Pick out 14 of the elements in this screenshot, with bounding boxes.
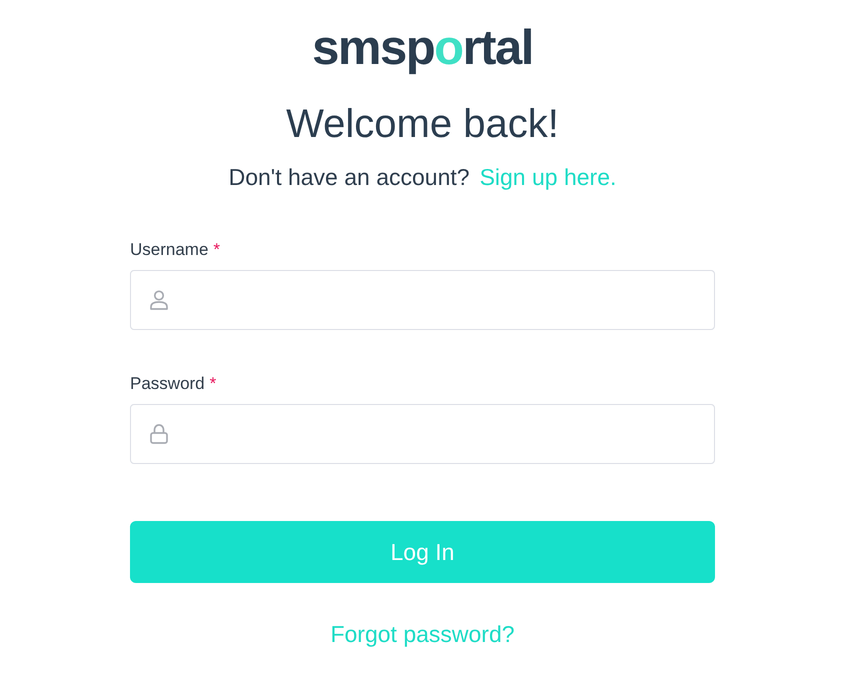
page-heading: Welcome back! xyxy=(286,101,559,148)
forgot-password-link[interactable]: Forgot password? xyxy=(330,620,515,648)
logo: smsportal xyxy=(312,24,533,72)
field-label: Password xyxy=(130,374,205,394)
field-label: Username xyxy=(130,240,208,260)
required-mark: * xyxy=(213,240,220,260)
lock-icon xyxy=(150,424,168,444)
signup-link[interactable]: Sign up here. xyxy=(480,163,616,191)
person-icon xyxy=(150,290,168,310)
signup-prompt: Don't have an account? xyxy=(228,163,470,191)
required-mark: * xyxy=(210,374,216,394)
login-button[interactable]: Log In xyxy=(130,521,715,583)
password-field[interactable] xyxy=(130,404,715,464)
username-field[interactable] xyxy=(130,270,715,330)
